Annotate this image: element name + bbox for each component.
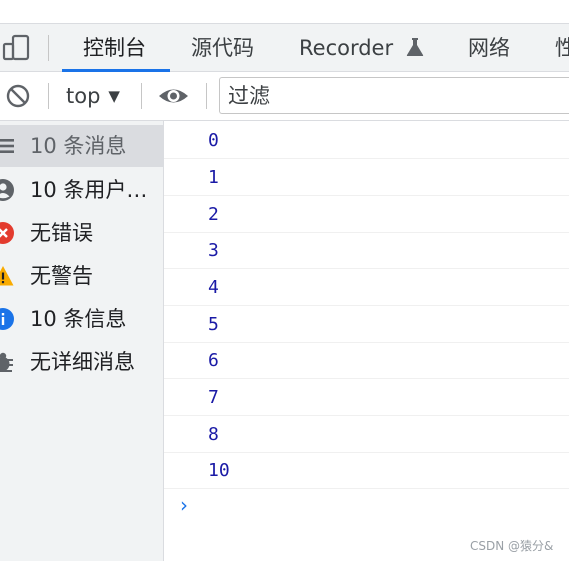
console-sidebar: 10 条消息 10 条用户消息 无错误 无警告 10 条信息 无详细消息: [0, 121, 164, 561]
log-value: 2: [208, 204, 219, 225]
devtools-window: 控制台 源代码 Recorder 网络 性 top ▼ 过滤 10 条消息 10…: [0, 0, 569, 561]
toolbar-separator: [48, 83, 49, 109]
log-value: 5: [208, 314, 219, 335]
tab-recorder[interactable]: Recorder: [299, 24, 424, 72]
log-value: 4: [208, 277, 219, 298]
log-row: 3: [164, 232, 569, 269]
sidebar-item-info[interactable]: 10 条信息: [0, 298, 163, 340]
watermark: CSDN @猿分&: [470, 539, 554, 553]
tab-console[interactable]: 控制台: [83, 24, 146, 72]
log-value: 0: [208, 130, 219, 151]
flask-icon: [406, 38, 423, 56]
caret-down-icon: ▼: [108, 87, 120, 105]
console-output: 0 1 2 3 4 5 6 7 8 10 ›: [164, 121, 569, 561]
devtools-tabbar: 控制台 源代码 Recorder 网络 性: [0, 23, 569, 72]
log-row: 7: [164, 379, 569, 416]
window-top-strip: [0, 0, 569, 23]
log-value: 7: [208, 387, 219, 408]
sidebar-item-verbose[interactable]: 无详细消息: [0, 341, 163, 383]
sidebar-item-label: 无错误: [30, 221, 93, 245]
log-value: 1: [208, 167, 219, 188]
log-row: 2: [164, 196, 569, 233]
sidebar-item-label: 10 条信息: [30, 307, 127, 331]
warning-icon: [0, 266, 14, 286]
log-row: 10: [164, 452, 569, 489]
sidebar-item-errors[interactable]: 无错误: [0, 212, 163, 254]
log-value: 8: [208, 424, 219, 445]
toolbar-separator: [206, 83, 207, 109]
clear-console-icon[interactable]: [5, 83, 31, 109]
user-icon: [0, 179, 14, 201]
sidebar-item-label: 10 条消息: [30, 134, 127, 158]
tab-recorder-label: Recorder: [299, 36, 394, 60]
log-value: 10: [208, 460, 230, 481]
tab-performance-label: 性: [555, 36, 569, 60]
sidebar-item-label: 10 条用户消息: [30, 178, 162, 202]
log-value: 3: [208, 240, 219, 261]
list-icon: [0, 139, 14, 153]
error-icon: [0, 222, 14, 244]
log-value: 6: [208, 350, 219, 371]
log-row: 8: [164, 416, 569, 453]
info-icon: [0, 308, 14, 330]
toolbar-separator: [141, 83, 142, 109]
bug-icon: [0, 352, 13, 372]
eye-icon[interactable]: [157, 83, 190, 109]
console-toolbar: top ▼: [0, 72, 569, 121]
context-selector[interactable]: top ▼: [66, 72, 120, 120]
tab-sources[interactable]: 源代码: [191, 24, 254, 72]
log-row: 0: [164, 122, 569, 159]
tab-network-label: 网络: [468, 36, 510, 60]
log-row: 5: [164, 306, 569, 343]
log-row: 6: [164, 342, 569, 379]
tab-sources-label: 源代码: [191, 36, 254, 60]
log-row: 1: [164, 159, 569, 196]
log-row: 4: [164, 269, 569, 306]
context-selector-value: top: [66, 84, 101, 108]
tab-network[interactable]: 网络: [468, 24, 510, 72]
tab-performance[interactable]: 性: [555, 24, 569, 72]
sidebar-item-label: 无详细消息: [30, 350, 135, 374]
console-prompt[interactable]: ›: [180, 493, 188, 517]
filter-input[interactable]: [219, 77, 569, 114]
tab-console-label: 控制台: [83, 36, 146, 60]
sidebar-item-user-messages[interactable]: 10 条用户消息: [0, 169, 163, 211]
device-toolbar-icon[interactable]: [2, 33, 32, 63]
sidebar-item-warnings[interactable]: 无警告: [0, 255, 163, 297]
sidebar-item-messages[interactable]: 10 条消息: [0, 125, 163, 167]
sidebar-item-label: 无警告: [30, 264, 93, 288]
tabbar-separator: [48, 35, 49, 61]
